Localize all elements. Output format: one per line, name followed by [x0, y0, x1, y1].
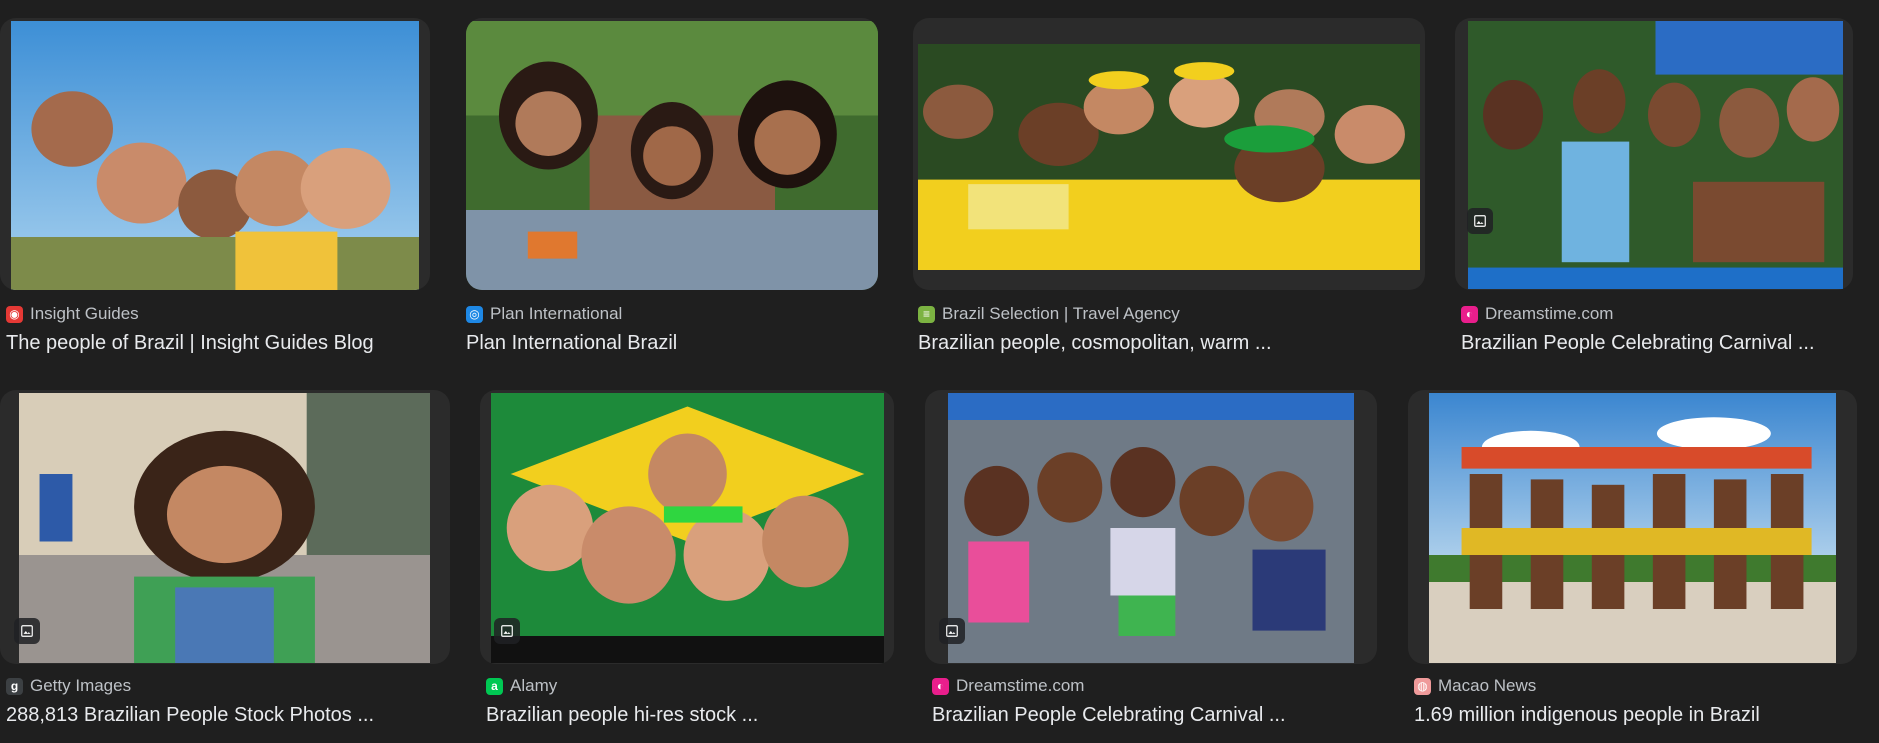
result-source[interactable]: ≡ Brazil Selection | Travel Agency — [918, 304, 1180, 324]
result-source[interactable]: ◎ Plan International — [466, 304, 622, 324]
result-thumbnail[interactable] — [1455, 18, 1853, 290]
alamy-favicon-icon: a — [486, 677, 503, 695]
result-source[interactable]: g Getty Images — [6, 676, 131, 696]
dreamstime-favicon-icon: ◐ — [932, 677, 949, 695]
insight-guides-favicon-icon: ◉ — [6, 305, 23, 323]
source-label: Getty Images — [30, 676, 132, 695]
dreamstime-favicon-icon: ◐ — [1461, 305, 1478, 323]
photo-fans-with-flag — [491, 393, 884, 663]
image-icon — [939, 618, 965, 644]
source-label: Macao News — [1438, 676, 1537, 695]
result-thumbnail[interactable] — [0, 18, 430, 290]
photo-three-girls — [466, 21, 878, 290]
result-title[interactable]: Brazilian people hi-res stock ... — [486, 704, 758, 727]
source-label: Brazil Selection | Travel Agency — [942, 304, 1180, 323]
result-source[interactable]: a Alamy — [486, 676, 557, 696]
result-title[interactable]: Brazilian People Celebrating Carnival ..… — [1461, 332, 1815, 355]
result-thumbnail[interactable] — [1408, 390, 1857, 664]
result-source[interactable]: ◐ Dreamstime.com — [932, 676, 1084, 696]
result-source[interactable]: ◐ Dreamstime.com — [1461, 304, 1613, 324]
photo-indigenous-dancers — [1429, 393, 1836, 663]
source-label: Insight Guides — [30, 304, 139, 323]
result-thumbnail[interactable] — [480, 390, 894, 664]
result-title[interactable]: Brazilian people, cosmopolitan, warm ... — [918, 332, 1272, 355]
result-thumbnail[interactable] — [466, 18, 878, 290]
image-icon — [494, 618, 520, 644]
image-icon — [14, 618, 40, 644]
result-title[interactable]: The people of Brazil | Insight Guides Bl… — [6, 332, 374, 355]
result-title[interactable]: Brazilian People Celebrating Carnival ..… — [932, 704, 1286, 727]
result-source[interactable]: ◍ Macao News — [1414, 676, 1536, 696]
source-label: Dreamstime.com — [1485, 304, 1614, 323]
macao-news-favicon-icon: ◍ — [1414, 677, 1431, 695]
photo-carnival-women — [948, 393, 1354, 663]
result-thumbnail[interactable] — [0, 390, 450, 664]
result-title[interactable]: Plan International Brazil — [466, 332, 677, 355]
photo-carnival-crowd — [1468, 21, 1843, 289]
getty-images-favicon-icon: g — [6, 677, 23, 695]
photo-football-fans — [918, 44, 1420, 270]
image-icon — [1467, 208, 1493, 234]
result-title[interactable]: 1.69 million indigenous people in Brazil — [1414, 704, 1760, 727]
brazil-selection-favicon-icon: ≡ — [918, 305, 935, 323]
source-label: Alamy — [510, 676, 558, 695]
source-label: Dreamstime.com — [956, 676, 1085, 695]
photo-smiling-child — [19, 393, 430, 663]
source-label: Plan International — [490, 304, 623, 323]
result-source[interactable]: ◉ Insight Guides — [6, 304, 139, 324]
result-title[interactable]: 288,813 Brazilian People Stock Photos ..… — [6, 704, 374, 727]
plan-international-favicon-icon: ◎ — [466, 305, 483, 323]
photo-group-of-friends — [11, 21, 419, 290]
result-thumbnail[interactable] — [913, 18, 1425, 290]
result-thumbnail[interactable] — [925, 390, 1377, 664]
